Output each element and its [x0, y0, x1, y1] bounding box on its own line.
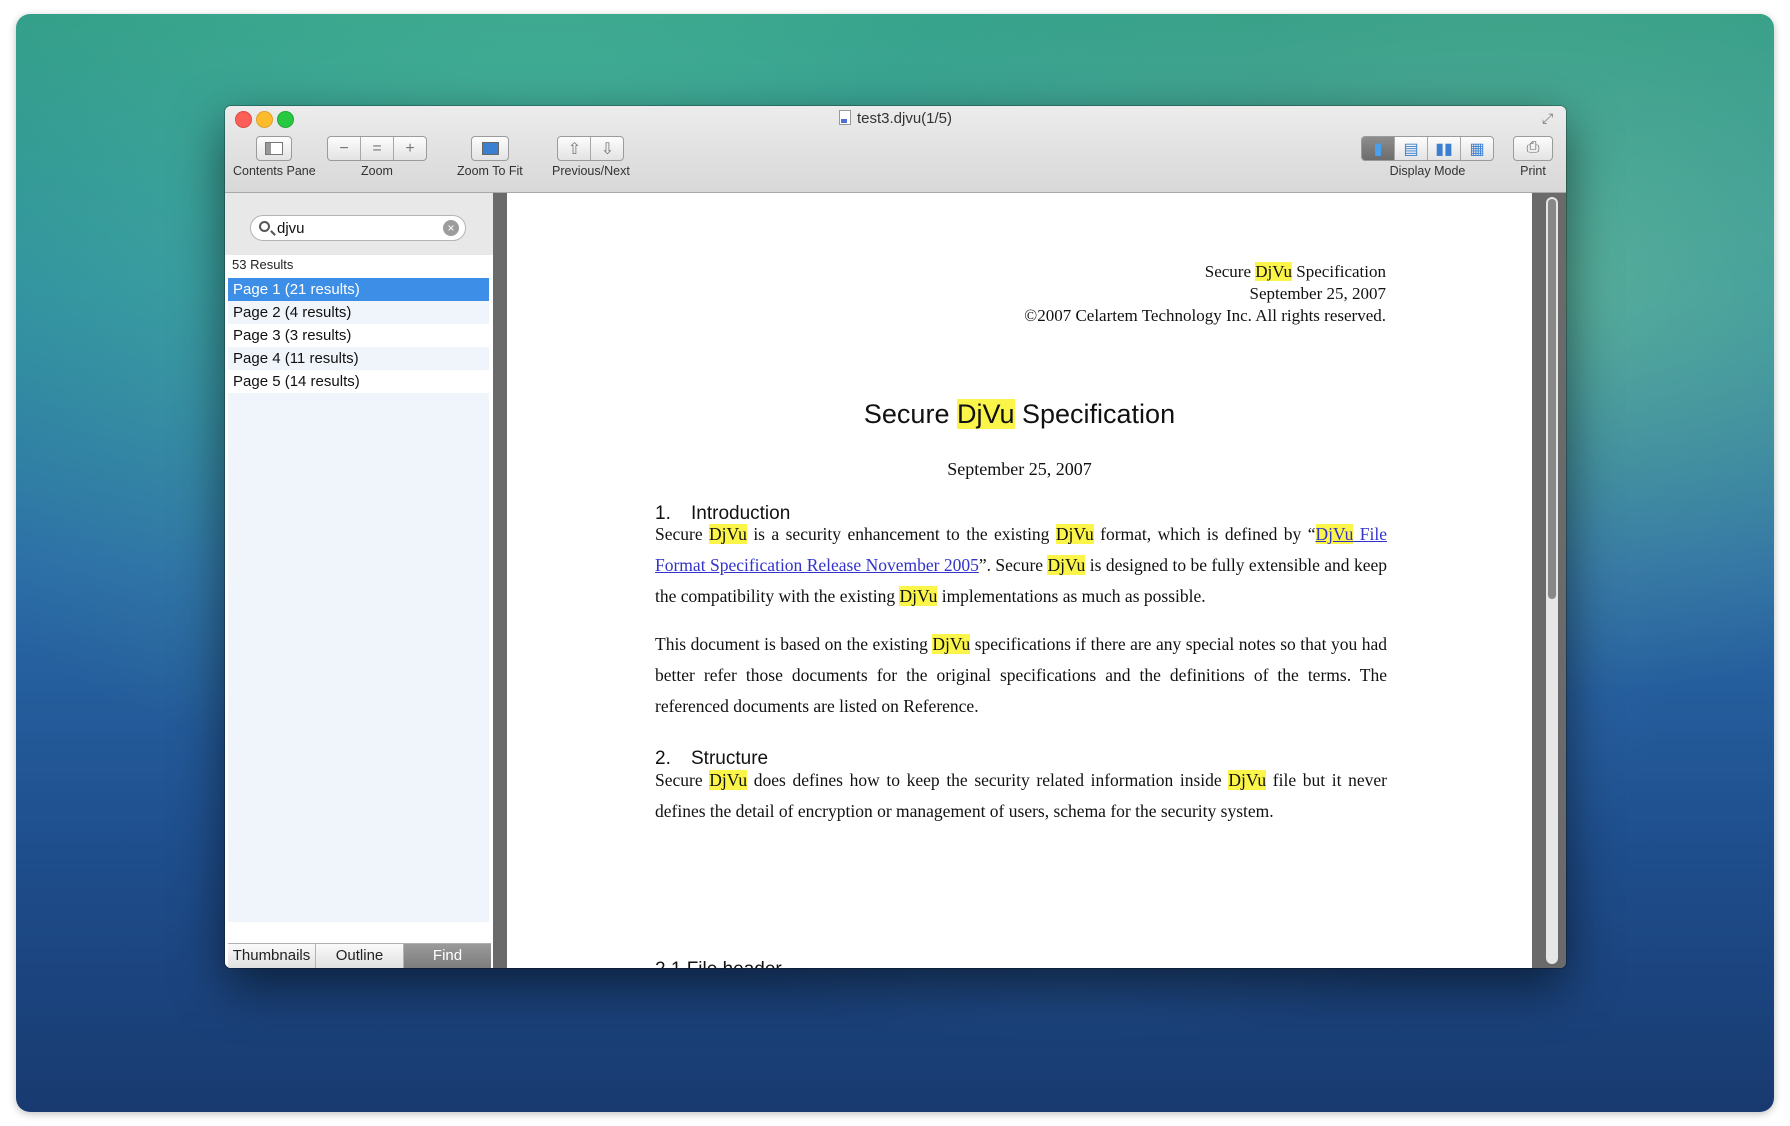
empty-row — [228, 784, 489, 807]
header-line-2: September 25, 2007 — [1249, 284, 1386, 303]
actual-size-icon[interactable]: = — [361, 137, 394, 160]
zoom-to-fit-button[interactable] — [470, 136, 509, 161]
cut-off-heading: 2.1 File header — [655, 959, 782, 968]
results-count: 53 Results — [232, 257, 294, 272]
empty-row — [228, 531, 489, 554]
empty-row — [228, 669, 489, 692]
split-view-divider[interactable] — [493, 193, 507, 968]
tab-outline[interactable]: Outline — [316, 944, 404, 968]
fullscreen-icon[interactable]: ⤢ — [1542, 111, 1556, 125]
tab-find[interactable]: Find — [404, 944, 491, 968]
print-tool[interactable]: ⎙ Print — [1513, 136, 1553, 178]
two-pages-icon[interactable]: ▮▮ — [1428, 137, 1461, 160]
contents-pane-tool[interactable]: Contents Pane — [233, 136, 316, 178]
empty-row — [228, 554, 489, 577]
search-input[interactable] — [275, 219, 439, 238]
empty-row — [228, 692, 489, 715]
previous-next-label: Previous/Next — [552, 164, 630, 178]
display-mode-segmented-control[interactable]: ▮ ▤ ▮▮ ▦ — [1361, 136, 1494, 161]
search-icon — [259, 221, 270, 232]
previous-next-segmented-control[interactable]: ⇧ ⇩ — [557, 136, 625, 161]
tab-thumbnails[interactable]: Thumbnails — [228, 944, 316, 968]
window-title: test3.djvu(1/5) — [225, 110, 1566, 127]
result-row[interactable]: Page 1 (21 results) — [228, 278, 489, 301]
result-row[interactable]: Page 4 (11 results) — [228, 347, 489, 370]
empty-row — [228, 393, 489, 416]
scroll-thumb[interactable] — [1548, 199, 1556, 599]
document-date: September 25, 2007 — [947, 459, 1092, 479]
continuous-two-pages-icon[interactable]: ▦ — [1461, 137, 1493, 160]
printer-icon: ⎙ — [1526, 139, 1540, 156]
sidebar-find-pane: × 53 Results Page 1 (21 results) Page 2 … — [225, 193, 494, 968]
print-label: Print — [1520, 164, 1546, 178]
empty-row — [228, 876, 489, 899]
empty-row — [228, 761, 489, 784]
fit-page-icon — [481, 142, 499, 155]
empty-row — [228, 577, 489, 600]
app-window: test3.djvu(1/5) ⤢ Contents Pane − = + Zo… — [225, 106, 1566, 968]
search-area: × — [225, 193, 493, 255]
document-viewer: Secure DjVu Specification September 25, … — [507, 193, 1566, 968]
empty-row — [228, 623, 489, 646]
paragraph-introduction-2: This document is based on the existing D… — [655, 634, 1388, 716]
paragraph-structure: Secure DjVu does defines how to keep the… — [655, 770, 1387, 821]
clear-search-icon[interactable]: × — [443, 220, 459, 236]
empty-row — [228, 485, 489, 508]
paragraph-introduction-1: Secure DjVu is a security enhancement to… — [655, 524, 1388, 606]
empty-row — [228, 462, 489, 485]
result-row[interactable]: Page 3 (3 results) — [228, 324, 489, 347]
document-icon — [838, 110, 851, 125]
arrow-up-icon[interactable]: ⇧ — [558, 137, 592, 160]
zoom-out-icon[interactable]: − — [328, 137, 361, 160]
empty-row — [228, 738, 489, 761]
zoom-to-fit-tool[interactable]: Zoom To Fit — [457, 136, 523, 178]
empty-row — [228, 715, 489, 738]
empty-row — [228, 646, 489, 669]
empty-row — [228, 416, 489, 439]
empty-row — [228, 853, 489, 876]
zoom-to-fit-label: Zoom To Fit — [457, 164, 523, 178]
sidebar-tabs: Thumbnails Outline Find — [228, 943, 491, 968]
empty-row — [228, 830, 489, 853]
contents-pane-button[interactable] — [256, 136, 293, 161]
result-row[interactable]: Page 2 (4 results) — [228, 301, 489, 324]
single-page-icon[interactable]: ▮ — [1362, 137, 1395, 160]
print-button[interactable]: ⎙ — [1513, 136, 1553, 161]
search-field[interactable]: × — [250, 215, 466, 241]
empty-row — [228, 508, 489, 531]
previous-next-tool: ⇧ ⇩ Previous/Next — [552, 136, 630, 178]
header-line-3: ©2007 Celartem Technology Inc. All right… — [1024, 306, 1386, 325]
empty-row — [228, 439, 489, 462]
arrow-down-icon[interactable]: ⇩ — [591, 137, 623, 160]
document-page: Secure DjVu Specification September 25, … — [507, 193, 1532, 968]
results-list: Page 1 (21 results) Page 2 (4 results) P… — [228, 278, 489, 943]
zoom-in-icon[interactable]: + — [394, 137, 426, 160]
zoom-label: Zoom — [361, 164, 393, 178]
empty-row — [228, 807, 489, 830]
vertical-scrollbar[interactable] — [1532, 193, 1566, 968]
result-row[interactable]: Page 5 (14 results) — [228, 370, 489, 393]
display-mode-label: Display Mode — [1389, 164, 1466, 178]
sidebar-icon — [265, 142, 284, 155]
zoom-segmented-control[interactable]: − = + — [327, 136, 427, 161]
contents-pane-label: Contents Pane — [233, 164, 316, 178]
continuous-page-icon[interactable]: ▤ — [1395, 137, 1428, 160]
zoom-tool: − = + Zoom — [327, 136, 427, 178]
titlebar-toolbar: test3.djvu(1/5) ⤢ Contents Pane − = + Zo… — [225, 106, 1566, 193]
empty-row — [228, 600, 489, 623]
header-line-1: Secure DjVu Specification — [1204, 262, 1386, 281]
document-title: Secure DjVu Specification — [863, 399, 1176, 429]
empty-row — [228, 899, 489, 922]
page-header: Secure DjVu Specification September 25, … — [1024, 261, 1386, 327]
empty-rows — [228, 393, 489, 922]
display-mode-tool: ▮ ▤ ▮▮ ▦ Display Mode — [1361, 136, 1494, 178]
